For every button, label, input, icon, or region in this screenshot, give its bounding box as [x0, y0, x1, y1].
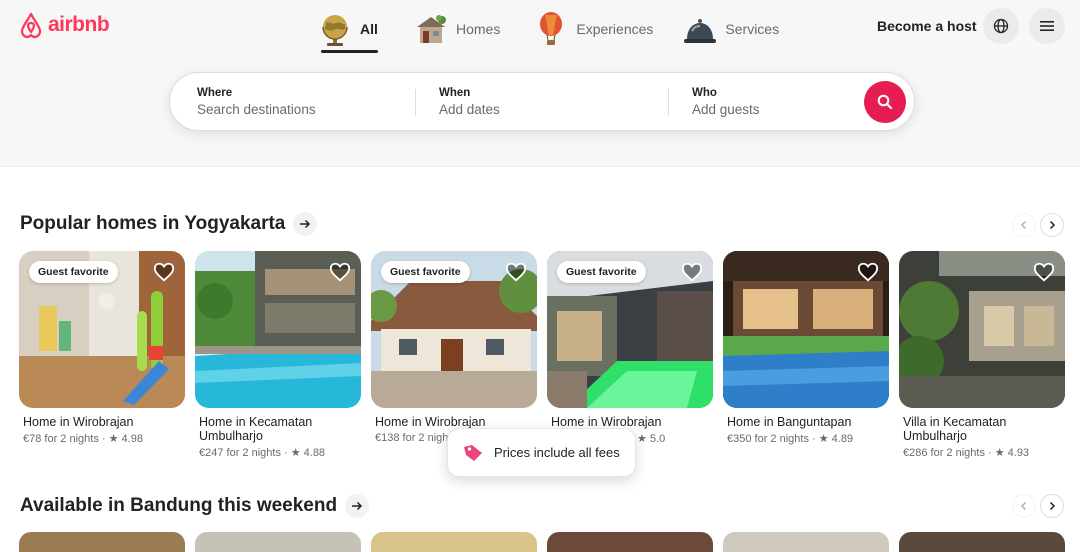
heart-icon[interactable]: [857, 261, 879, 283]
listing-meta: €78 for 2 nights · ★ 4.98: [23, 433, 143, 445]
listing-photo[interactable]: [195, 251, 361, 408]
listing-card-partial[interactable]: [195, 532, 361, 552]
listing-meta: €350 for 2 nights · ★ 4.89: [727, 433, 854, 445]
language-button[interactable]: [983, 8, 1019, 44]
listing-photo[interactable]: Guest favorite: [19, 251, 185, 408]
logo-text: airbnb: [48, 13, 110, 36]
carousel-next-button[interactable]: [1040, 213, 1064, 237]
become-host-link[interactable]: Become a host: [877, 18, 977, 34]
listing-meta: €247 for 2 nights · ★ 4.88: [199, 447, 326, 459]
section-title-text: Popular homes in Yogyakarta: [20, 213, 286, 234]
airbnb-logo[interactable]: airbnb: [18, 11, 110, 39]
listing-title: Home in Banguntapan: [727, 415, 852, 429]
tab-homes-label: Homes: [456, 21, 501, 37]
hot-air-balloon-icon: [540, 12, 563, 45]
arrow-right-icon[interactable]: [345, 494, 370, 518]
search-divider: [668, 89, 669, 116]
price-tag-icon: [464, 444, 482, 461]
search-bar: Where Search destinations When Add dates…: [169, 72, 915, 131]
toast-text: Prices include all fees: [494, 445, 620, 460]
tab-homes[interactable]: Homes: [414, 6, 500, 52]
listing-photo[interactable]: [899, 251, 1065, 408]
tab-experiences[interactable]: Experiences: [534, 6, 653, 52]
heart-icon[interactable]: [153, 261, 175, 283]
listing-card[interactable]: Home in Kecamatan Umbulharjo €247 for 2 …: [195, 251, 361, 459]
who-placeholder: Add guests: [692, 102, 760, 117]
category-nav: All Homes Experiences Services: [318, 6, 779, 53]
heart-icon[interactable]: [1033, 261, 1055, 283]
listing-photo[interactable]: [723, 251, 889, 408]
heart-icon[interactable]: [681, 261, 703, 283]
listing-card[interactable]: Guest favorite Home in Wirobrajan ★ 5.0: [547, 251, 713, 445]
language-globe-icon: [993, 18, 1009, 34]
when-placeholder: Add dates: [439, 102, 500, 117]
listing-card[interactable]: Villa in Kecamatan Umbulharjo €286 for 2…: [899, 251, 1065, 459]
heart-icon[interactable]: [329, 261, 351, 283]
who-field[interactable]: Who Add guests: [692, 87, 760, 117]
listing-title: Home in Wirobrajan: [375, 415, 486, 429]
listing-title: Home in Wirobrajan: [23, 415, 134, 429]
carousel-next-button[interactable]: [1040, 494, 1064, 518]
listing-card-partial[interactable]: [899, 532, 1065, 552]
search-divider: [415, 89, 416, 116]
menu-button[interactable]: [1029, 8, 1065, 44]
guest-favorite-badge: Guest favorite: [557, 261, 646, 283]
tab-all-label: All: [360, 21, 378, 37]
globe-icon: [322, 15, 348, 46]
search-icon: [877, 94, 893, 110]
listing-card-partial[interactable]: [547, 532, 713, 552]
listing-card-partial[interactable]: [723, 532, 889, 552]
tab-experiences-label: Experiences: [576, 21, 654, 37]
listing-card[interactable]: Guest favorite Home in Wirobrajan €78 fo…: [19, 251, 185, 445]
listing-card[interactable]: Guest favorite Home in Wirobrajan €138 f…: [371, 251, 537, 444]
search-button[interactable]: [864, 81, 906, 123]
guest-favorite-badge: Guest favorite: [29, 261, 118, 283]
section-title-bandung[interactable]: Available in Bandung this weekend: [20, 494, 370, 518]
when-field[interactable]: When Add dates: [439, 87, 500, 117]
tab-services[interactable]: Services: [683, 6, 779, 52]
tab-services-label: Services: [725, 21, 780, 37]
where-field[interactable]: Where Search destinations: [197, 87, 316, 117]
listing-photo[interactable]: Guest favorite: [547, 251, 713, 408]
guest-favorite-badge: Guest favorite: [381, 261, 470, 283]
listing-meta: €286 for 2 nights · ★ 4.93: [903, 447, 1030, 459]
section-title-yogyakarta[interactable]: Popular homes in Yogyakarta: [20, 212, 318, 236]
listing-card-partial[interactable]: [371, 532, 537, 552]
chevron-left-icon: [1020, 501, 1027, 511]
where-placeholder: Search destinations: [197, 102, 316, 117]
chevron-right-icon: [1049, 220, 1056, 230]
chevron-right-icon: [1049, 501, 1056, 511]
listing-title: Villa in Kecamatan Umbulharjo: [903, 415, 1007, 443]
listing-title: Home in Kecamatan Umbulharjo: [199, 415, 313, 443]
chevron-left-icon: [1020, 220, 1027, 230]
tab-all[interactable]: All: [318, 6, 378, 53]
listing-photo[interactable]: Guest favorite: [371, 251, 537, 408]
when-label: When: [439, 87, 471, 99]
who-label: Who: [692, 87, 717, 99]
where-label: Where: [197, 87, 233, 99]
carousel-prev-button[interactable]: [1012, 213, 1036, 237]
arrow-right-icon[interactable]: [293, 212, 318, 236]
hamburger-menu-icon: [1040, 21, 1054, 31]
listing-title: Home in Wirobrajan: [551, 415, 662, 429]
heart-icon[interactable]: [505, 261, 527, 283]
header: airbnb All Homes Experiences Services Be…: [0, 0, 1080, 167]
listing-card-partial[interactable]: [19, 532, 185, 552]
section-title-text: Available in Bandung this weekend: [20, 495, 338, 516]
carousel-prev-button[interactable]: [1012, 494, 1036, 518]
airbnb-logo-icon: [20, 12, 42, 39]
prices-toast: Prices include all fees: [447, 428, 636, 477]
listing-card[interactable]: Home in Banguntapan €350 for 2 nights · …: [723, 251, 889, 445]
house-icon: [417, 15, 446, 43]
service-bell-icon: [684, 19, 717, 43]
